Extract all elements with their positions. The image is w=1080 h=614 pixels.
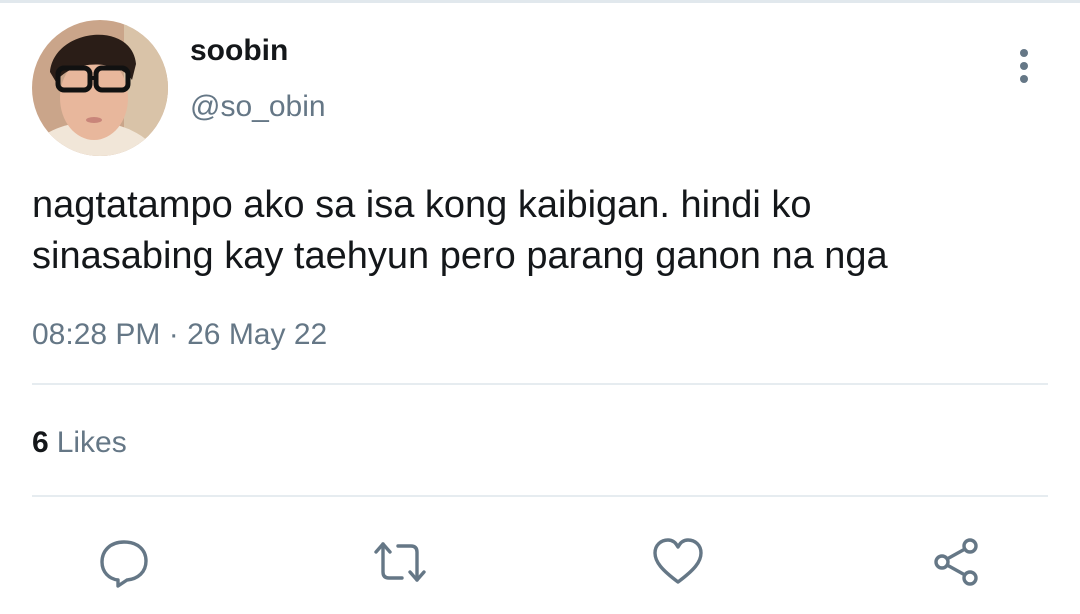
- tweet-timestamp[interactable]: 08:28 PM · 26 May 22: [32, 316, 327, 354]
- likes-label: Likes: [56, 426, 127, 459]
- share-button[interactable]: [928, 534, 984, 590]
- tweet-text-line: sinasabing kay taehyun pero parang ganon…: [32, 235, 888, 277]
- avatar[interactable]: [32, 20, 168, 156]
- tweet-text-line: nagtatampo ako sa isa kong kaibigan. hin…: [32, 184, 812, 226]
- author-display-name[interactable]: soobin: [190, 32, 288, 70]
- avatar-image: [32, 20, 168, 156]
- tweet-time: 08:28 PM: [32, 318, 161, 351]
- tweet-text: nagtatampo ako sa isa kong kaibigan. hin…: [32, 180, 1042, 282]
- more-vertical-icon[interactable]: [1006, 46, 1042, 86]
- reply-button[interactable]: [96, 534, 152, 590]
- retweet-button[interactable]: [372, 534, 428, 590]
- divider: [32, 383, 1048, 385]
- heart-icon: [653, 538, 703, 584]
- reply-icon: [100, 540, 148, 588]
- tweet-date: 26 May 22: [187, 318, 328, 351]
- like-button[interactable]: [650, 534, 706, 590]
- likes-count-link[interactable]: 6 Likes: [32, 424, 127, 462]
- author-handle[interactable]: @so_obin: [190, 88, 326, 126]
- top-border: [0, 0, 1080, 3]
- meta-separator: ·: [168, 318, 179, 351]
- share-icon: [934, 538, 978, 586]
- retweet-icon: [374, 542, 426, 582]
- likes-count: 6: [32, 426, 49, 459]
- divider: [32, 495, 1048, 497]
